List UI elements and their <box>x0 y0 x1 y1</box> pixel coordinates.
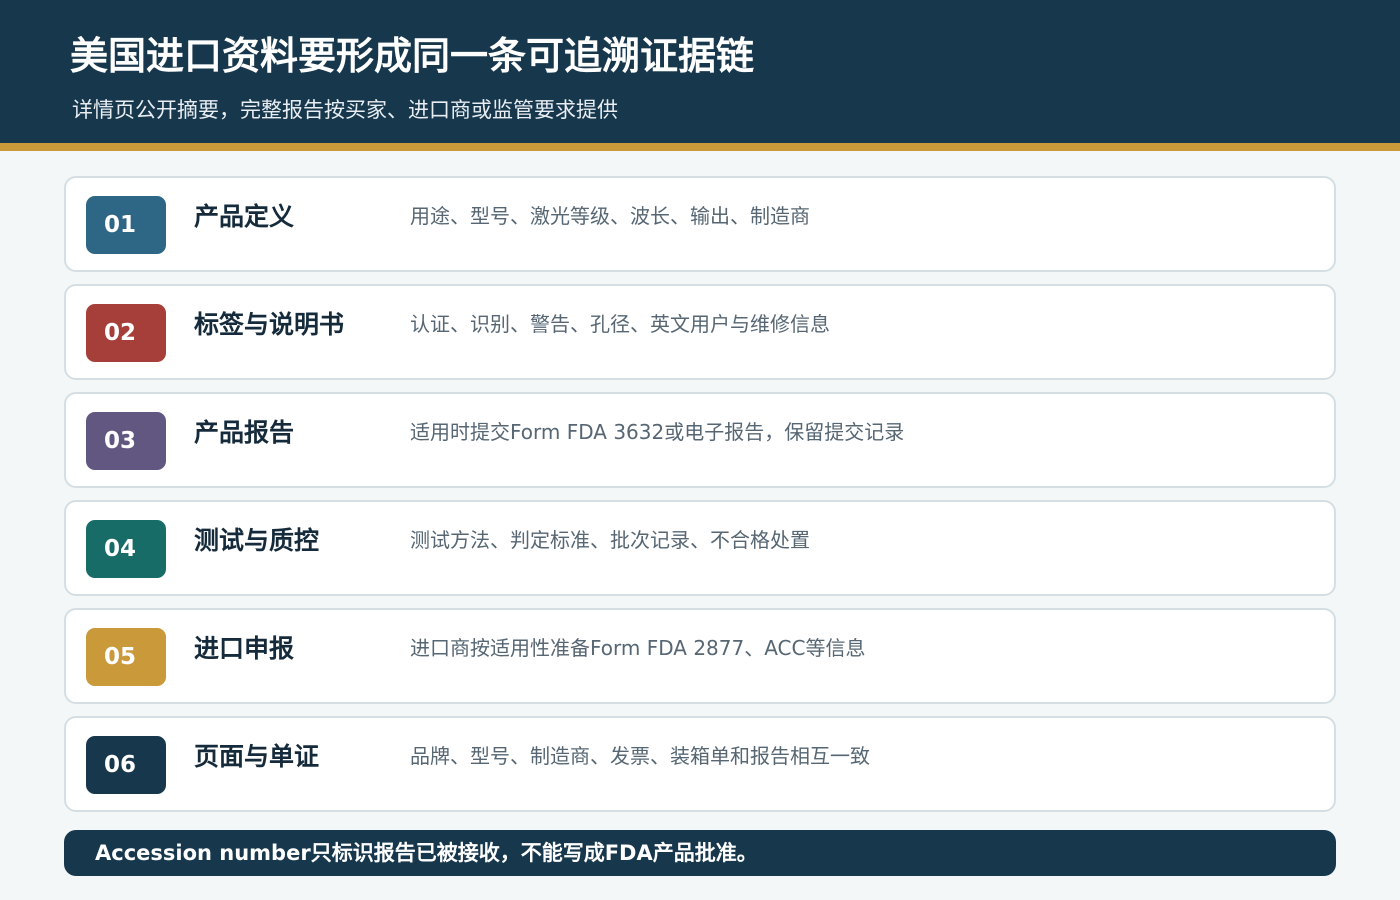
step-title: 页面与单证 <box>194 742 320 771</box>
step-card-labels-manual: 02 标签与说明书 认证、识别、警告、孔径、英文用户与维修信息 <box>64 284 1336 380</box>
step-number-badge: 03 <box>86 412 166 470</box>
step-card-import-declaration: 05 进口申报 进口商按适用性准备Form FDA 2877、ACC等信息 <box>64 608 1336 704</box>
step-title: 产品报告 <box>194 418 295 447</box>
step-title: 测试与质控 <box>194 526 320 555</box>
infographic-page: 美国进口资料要形成同一条可追溯证据链 详情页公开摘要，完整报告按买家、进口商或监… <box>0 0 1400 900</box>
step-number-badge: 06 <box>86 736 166 794</box>
step-card-page-documents: 06 页面与单证 品牌、型号、制造商、发票、装箱单和报告相互一致 <box>64 716 1336 812</box>
step-description: 认证、识别、警告、孔径、英文用户与维修信息 <box>410 312 830 336</box>
step-card-testing-quality-control: 04 测试与质控 测试方法、判定标准、批次记录、不合格处置 <box>64 500 1336 596</box>
step-description: 用途、型号、激光等级、波长、输出、制造商 <box>410 204 810 228</box>
page-header: 美国进口资料要形成同一条可追溯证据链 详情页公开摘要，完整报告按买家、进口商或监… <box>0 0 1400 151</box>
step-number-badge: 01 <box>86 196 166 254</box>
step-number-badge: 02 <box>86 304 166 362</box>
step-number-badge: 05 <box>86 628 166 686</box>
page-title: 美国进口资料要形成同一条可追溯证据链 <box>70 34 755 78</box>
step-description: 适用时提交Form FDA 3632或电子报告，保留提交记录 <box>410 420 905 444</box>
step-card-product-definition: 01 产品定义 用途、型号、激光等级、波长、输出、制造商 <box>64 176 1336 272</box>
step-card-product-report: 03 产品报告 适用时提交Form FDA 3632或电子报告，保留提交记录 <box>64 392 1336 488</box>
step-title: 进口申报 <box>194 634 295 663</box>
step-number-badge: 04 <box>86 520 166 578</box>
page-subtitle: 详情页公开摘要，完整报告按买家、进口商或监管要求提供 <box>72 98 618 122</box>
step-title: 标签与说明书 <box>194 310 345 339</box>
step-title: 产品定义 <box>194 202 295 231</box>
step-description: 测试方法、判定标准、批次记录、不合格处置 <box>410 528 810 552</box>
step-description: 进口商按适用性准备Form FDA 2877、ACC等信息 <box>410 636 866 660</box>
step-description: 品牌、型号、制造商、发票、装箱单和报告相互一致 <box>410 744 870 768</box>
accession-number-notice: Accession number只标识报告已被接收，不能写成FDA产品批准。 <box>64 830 1336 876</box>
